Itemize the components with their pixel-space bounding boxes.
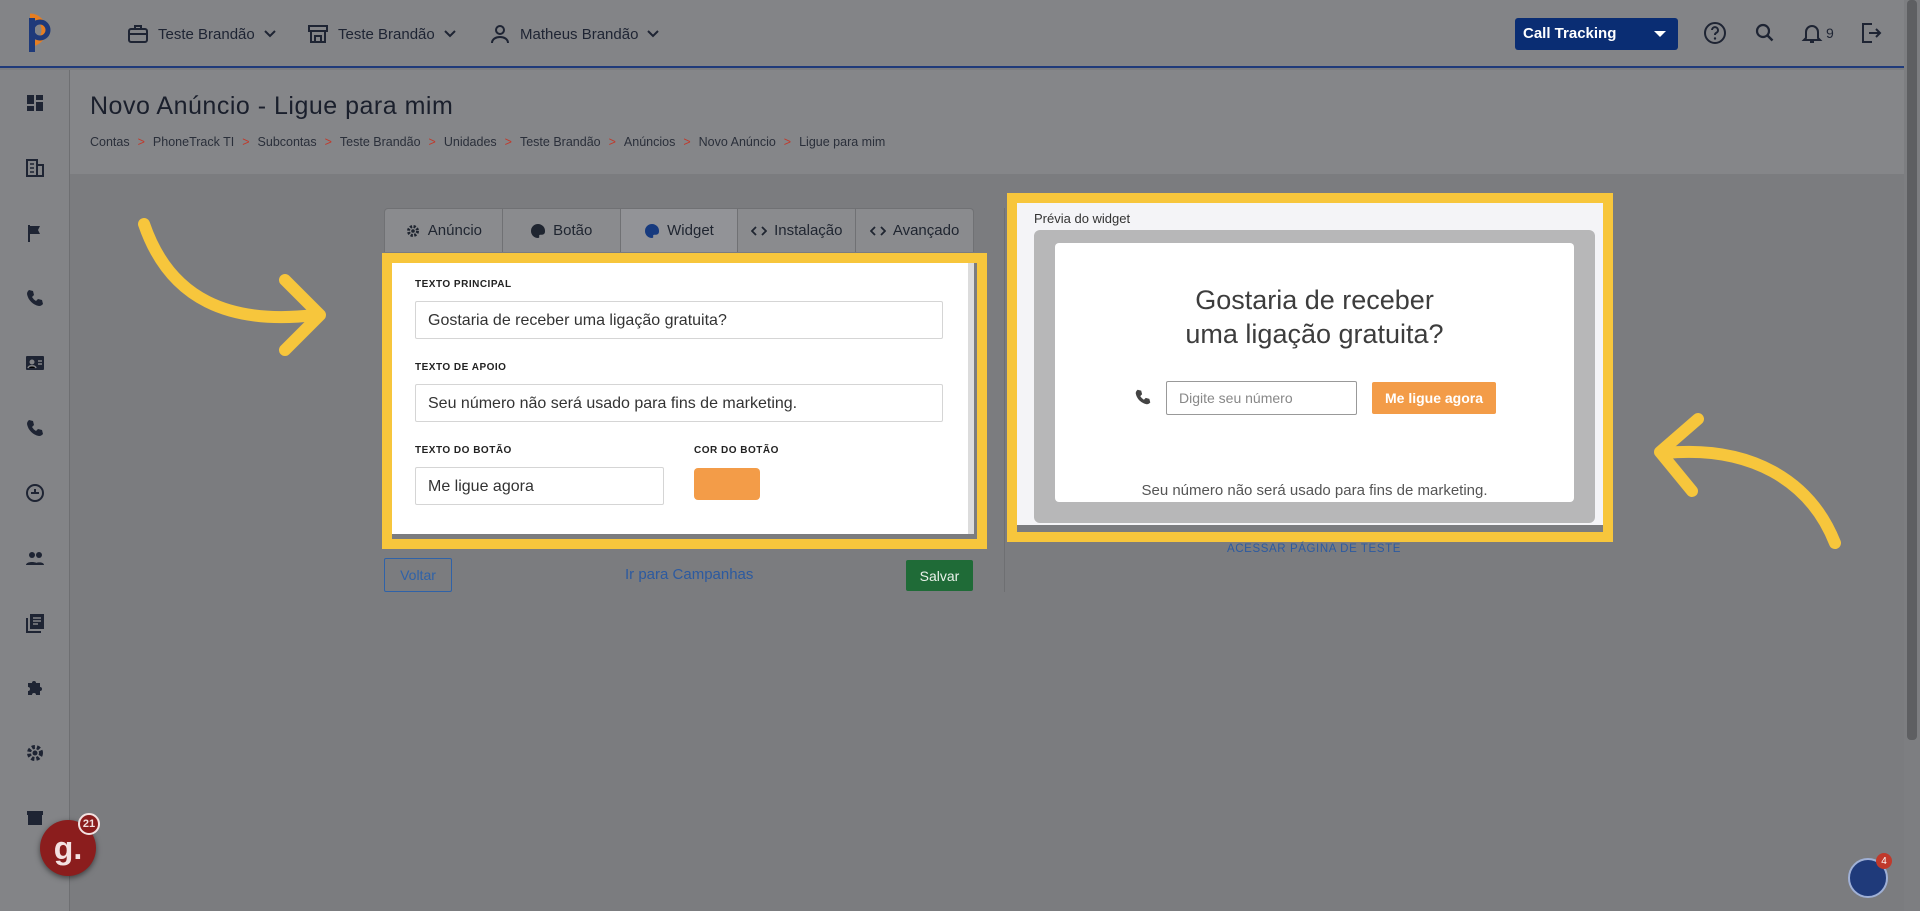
dashboard-icon[interactable] [24, 92, 46, 114]
save-button[interactable]: Salvar [906, 560, 973, 591]
breadcrumb-separator: > [783, 135, 792, 149]
tab-avancado[interactable]: Avançado [856, 209, 973, 252]
store-icon[interactable] [24, 807, 46, 829]
store-icon [308, 25, 328, 43]
phone-call-icon[interactable] [24, 417, 46, 439]
breadcrumb-item[interactable]: Unidades [444, 135, 497, 149]
g-assistant-count: 21 [78, 813, 100, 835]
editor-tabs: Anúncio Botão Widget Instalação Avançado [384, 208, 974, 252]
account-menu-label: Teste Brandão [158, 25, 255, 43]
gear-icon [406, 224, 419, 237]
search-icon[interactable] [1752, 20, 1778, 46]
chevron-down-icon [647, 30, 660, 38]
tab-instalacao[interactable]: Instalação [738, 209, 857, 252]
timer-icon[interactable] [24, 482, 46, 504]
column-divider [1004, 208, 1005, 592]
arrow-left-annotation [1654, 413, 1841, 549]
test-page-link[interactable]: ACESSAR PÁGINA DE TESTE [1017, 543, 1611, 555]
tab-widget[interactable]: Widget [620, 209, 739, 252]
breadcrumb: Contas > PhoneTrack TI > Subcontas > Teste … [90, 135, 885, 149]
tab-label: Avançado [892, 222, 960, 239]
breadcrumb-separator: > [137, 135, 145, 149]
breadcrumb-item[interactable]: Novo Anúncio [699, 135, 776, 149]
campaigns-link[interactable]: Ir para Campanhas [625, 566, 753, 583]
logout-icon[interactable] [1858, 20, 1884, 46]
user-menu[interactable]: Matheus Brandão [488, 22, 660, 46]
phone-icon[interactable] [24, 287, 46, 309]
notification-count: 9 [1826, 25, 1834, 41]
user-icon [491, 25, 509, 44]
breadcrumb-item[interactable]: Subcontas [258, 135, 317, 149]
account-menu[interactable]: Teste Brandão [126, 22, 277, 46]
briefcase-icon [128, 25, 148, 43]
caret-down-icon [1654, 31, 1666, 37]
breadcrumb-separator: > [324, 135, 332, 149]
code-icon [869, 225, 886, 236]
breadcrumb-separator: > [242, 135, 250, 149]
preview-highlight [1007, 193, 1613, 542]
help-icon[interactable] [1702, 20, 1728, 46]
arrow-right-annotation [138, 218, 326, 356]
palette-icon [645, 223, 660, 238]
tab-label: Widget [667, 222, 714, 239]
top-bar: Teste Brandão Teste Brandão Matheus Bran… [0, 0, 1904, 68]
support-chat-count: 4 [1876, 853, 1892, 869]
breadcrumb-current: Ligue para mim [799, 135, 886, 149]
breadcrumb-item[interactable]: Teste Brandão [340, 135, 421, 149]
sidebar [0, 70, 70, 911]
palette-icon [531, 223, 546, 238]
unit-menu[interactable]: Teste Brandão [306, 22, 457, 46]
breadcrumb-separator: > [428, 135, 436, 149]
chevron-down-icon [264, 30, 276, 38]
tab-anuncio[interactable]: Anúncio [385, 209, 503, 252]
breadcrumb-item[interactable]: Anúncios [624, 135, 675, 149]
breadcrumb-item[interactable]: Contas [90, 135, 130, 149]
scroll-thumb[interactable] [1907, 0, 1917, 740]
tab-botao[interactable]: Botão [503, 209, 621, 252]
tab-label: Botão [553, 222, 593, 239]
bell-icon[interactable] [1799, 20, 1825, 46]
breadcrumb-separator: > [504, 135, 512, 149]
settings-icon[interactable] [24, 742, 46, 764]
phonetrack-logo[interactable] [22, 12, 58, 54]
library-icon[interactable] [24, 612, 46, 634]
breadcrumb-separator: > [683, 135, 691, 149]
user-menu-label: Matheus Brandão [520, 25, 639, 43]
puzzle-icon[interactable] [24, 677, 46, 699]
contact-card-icon[interactable] [24, 352, 46, 374]
code-icon [751, 225, 768, 236]
unit-menu-label: Teste Brandão [338, 25, 435, 43]
breadcrumb-separator: > [608, 135, 616, 149]
back-button[interactable]: Voltar [384, 558, 452, 592]
chevron-down-icon [444, 30, 456, 38]
breadcrumb-item[interactable]: PhoneTrack TI [153, 135, 234, 149]
tab-label: Instalação [774, 222, 843, 239]
page-title: Novo Anúncio - Ligue para mim [90, 92, 454, 120]
breadcrumb-item[interactable]: Teste Brandão [520, 135, 601, 149]
product-select[interactable]: Call Tracking [1515, 18, 1678, 50]
building-icon[interactable] [24, 157, 46, 179]
tab-label: Anúncio [427, 222, 482, 239]
form-highlight [382, 253, 987, 549]
page-header: Novo Anúncio - Ligue para mim Contas > Ph… [70, 70, 1904, 174]
product-select-value: Call Tracking [1523, 25, 1617, 42]
page-scrollbar[interactable] [1904, 0, 1920, 911]
users-icon[interactable] [24, 547, 46, 569]
flag-icon[interactable] [24, 222, 46, 244]
